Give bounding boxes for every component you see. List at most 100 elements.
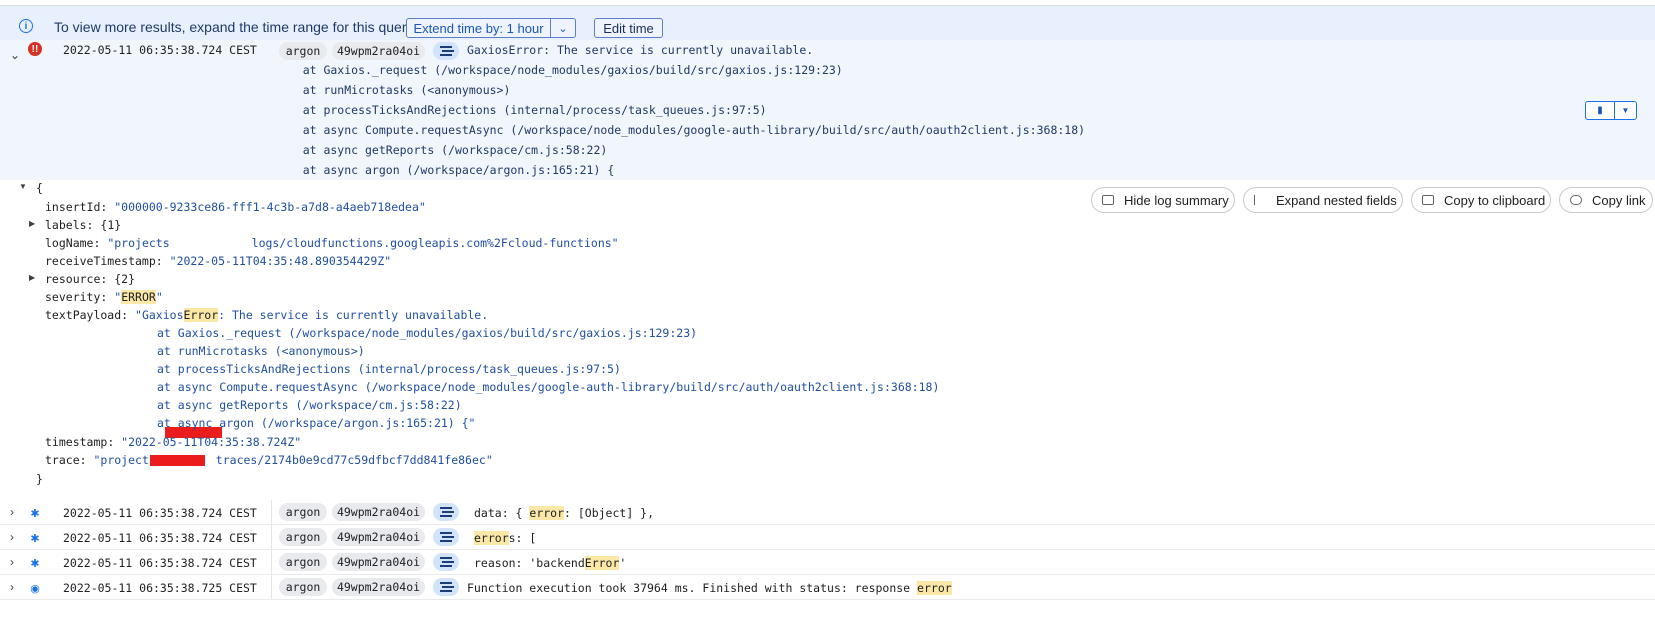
json-value: {2} — [114, 272, 136, 286]
json-key: resource — [45, 272, 101, 286]
expand-chevron-icon[interactable]: › — [10, 580, 14, 594]
redaction-mark — [150, 455, 205, 466]
payload-stack-line: at processTicksAndRejections (internal/p… — [157, 362, 621, 376]
message-text: s: [ — [508, 531, 537, 545]
log-timestamp: 2022-05-11 06:35:38.724 CEST — [63, 531, 257, 545]
function-chip[interactable]: argon — [279, 528, 327, 546]
log-message-line: GaxiosError: The service is currently un… — [467, 43, 814, 57]
edit-time-button[interactable]: Edit time — [594, 18, 663, 38]
expand-triangle-icon[interactable]: ▶ — [29, 273, 35, 282]
message-text: reason: 'backend — [474, 556, 585, 570]
message-highlight: error — [529, 506, 565, 520]
payload-stack-line: at runMicrotasks (<anonymous>) — [157, 344, 365, 358]
json-value-start[interactable]: "projects — [93, 453, 155, 467]
dropdown-arrow-icon[interactable]: ▼ — [1615, 102, 1636, 119]
severity-value[interactable]: ERROR — [121, 290, 156, 304]
log-message-line: at Gaxios._request (/workspace/node_modu… — [275, 63, 843, 77]
message-text: ' — [619, 556, 627, 570]
payload-value-rest[interactable]: : The service is currently unavailable. — [218, 308, 488, 322]
message-highlight: Error — [584, 556, 620, 570]
json-field-logname: logName: "projects logs/cloudfunctions.go… — [45, 236, 619, 250]
summary-fields-icon[interactable] — [433, 42, 459, 60]
copy-link-button[interactable]: Copy link — [1559, 187, 1653, 213]
column-divider — [271, 500, 272, 524]
execution-id-chip[interactable]: 49wpm2ra04oi — [332, 503, 425, 521]
log-row[interactable]: › ✱ 2022-05-11 06:35:38.724 CEST argon 4… — [0, 550, 1655, 575]
execution-id-chip[interactable]: 49wpm2ra04oi — [332, 42, 425, 60]
info-icon: i — [19, 19, 33, 33]
log-message-line: at runMicrotasks (<anonymous>) — [275, 83, 511, 97]
json-key: trace — [45, 453, 80, 467]
extend-time-label[interactable]: Extend time by: 1 hour — [407, 19, 551, 37]
json-field-textpayload: textPayload: "GaxiosError: The service i… — [45, 308, 489, 322]
json-key: textPayload — [45, 308, 122, 322]
log-message: reason: 'backendError' — [474, 556, 626, 570]
message-text: Function execution took 37964 ms. Finish… — [467, 581, 918, 595]
expand-chevron-icon[interactable]: › — [10, 555, 14, 569]
log-timestamp: 2022-05-11 06:35:38.724 CEST — [63, 43, 257, 57]
json-value-start[interactable]: "projects — [107, 236, 169, 250]
summary-fields-icon[interactable] — [433, 553, 459, 571]
log-message-line: at async Compute.requestAsync (/workspac… — [275, 123, 1086, 137]
log-timestamp: 2022-05-11 06:35:38.724 CEST — [63, 556, 257, 570]
execution-id-chip[interactable]: 49wpm2ra04oi — [332, 553, 425, 571]
extend-time-button[interactable]: Extend time by: 1 hour ⌄ — [406, 18, 576, 38]
json-field-severity: severity: "ERROR" — [45, 290, 163, 304]
json-field-receivetimestamp: receiveTimestamp: "2022-05-11T04:35:48.8… — [45, 254, 392, 268]
copy-to-clipboard-button[interactable]: Copy to clipboard — [1411, 187, 1551, 213]
log-row[interactable]: › ✱ 2022-05-11 06:35:38.724 CEST argon 4… — [0, 500, 1655, 525]
log-message-line: at async argon (/workspace/argon.js:165:… — [275, 163, 615, 177]
json-open-brace: { — [36, 181, 43, 195]
message-text: : [Object] }, — [564, 506, 655, 520]
function-chip[interactable]: argon — [279, 503, 327, 521]
hide-log-summary-label[interactable]: Hide log summary — [1124, 193, 1229, 208]
log-json-details: ▼ { insertId: "000000-9233ce86-fff1-4c3b… — [0, 181, 1655, 496]
banner-message: To view more results, expand the time ra… — [54, 19, 417, 35]
json-field-resource[interactable]: resource: {2} — [45, 272, 135, 286]
function-chip[interactable]: argon — [279, 553, 327, 571]
json-value[interactable]: "2022-05-11T04:35:48.890354429Z" — [170, 254, 392, 268]
execution-id-chip[interactable]: 49wpm2ra04oi — [332, 528, 425, 546]
expand-triangle-icon[interactable]: ▶ — [29, 219, 35, 228]
payload-value-start[interactable]: "Gaxios — [135, 308, 183, 322]
json-key: insertId — [45, 200, 101, 214]
pin-menu-button[interactable]: ▮ ▼ — [1585, 101, 1637, 120]
json-value[interactable]: "2022-05-11T04:35:38.724Z" — [121, 435, 301, 449]
function-chip[interactable]: argon — [279, 578, 327, 596]
pin-icon[interactable]: ▮ — [1586, 102, 1615, 119]
default-severity-icon: ◉ — [30, 582, 40, 595]
json-key: timestamp — [45, 435, 108, 449]
collapse-chevron-icon[interactable]: ⌄ — [10, 48, 20, 62]
json-value-end[interactable]: logs/cloudfunctions.googleapis.com%2Fclo… — [252, 236, 619, 250]
message-text: data: { — [474, 506, 530, 520]
summary-fields-icon[interactable] — [433, 503, 459, 521]
copy-icon — [1422, 195, 1434, 205]
payload-stack-line: at async argon (/workspace/argon.js:165:… — [157, 416, 476, 430]
payload-stack-line: at async getReports (/workspace/cm.js:58… — [157, 398, 462, 412]
json-field-labels[interactable]: labels: {1} — [45, 218, 121, 232]
execution-id-chip[interactable]: 49wpm2ra04oi — [332, 578, 425, 596]
collapse-triangle-icon[interactable]: ▼ — [19, 182, 27, 191]
chevron-down-icon[interactable]: ⌄ — [551, 19, 575, 37]
json-value-end[interactable]: traces/2174b0e9cd77c59dfbcf7dd841fe86ec" — [216, 453, 493, 467]
function-chip[interactable]: argon — [279, 42, 327, 60]
info-banner: i To view more results, expand the time … — [0, 6, 1655, 40]
json-key: receiveTimestamp — [45, 254, 156, 268]
summary-fields-icon[interactable] — [433, 528, 459, 546]
expand-nested-fields-label[interactable]: Expand nested fields — [1276, 193, 1397, 208]
json-key: labels — [45, 218, 87, 232]
log-entry-expanded[interactable]: ⌄ !! 2022-05-11 06:35:38.724 CEST argon … — [0, 40, 1655, 180]
summary-fields-icon[interactable] — [433, 578, 459, 596]
expand-nested-fields-button[interactable]: Expand nested fields — [1243, 187, 1403, 213]
expand-chevron-icon[interactable]: › — [10, 505, 14, 519]
debug-severity-icon: ✱ — [30, 507, 40, 520]
json-value[interactable]: "000000-9233ce86-fff1-4c3b-a7d8-a4aeb718… — [114, 200, 426, 214]
copy-link-label[interactable]: Copy link — [1592, 193, 1645, 208]
debug-severity-icon: ✱ — [30, 557, 40, 570]
hide-log-summary-button[interactable]: Hide log summary — [1091, 187, 1235, 213]
expand-chevron-icon[interactable]: › — [10, 530, 14, 544]
copy-to-clipboard-label[interactable]: Copy to clipboard — [1444, 193, 1545, 208]
json-close-brace: } — [36, 472, 43, 486]
log-row[interactable]: › ◉ 2022-05-11 06:35:38.725 CEST argon 4… — [0, 575, 1655, 600]
log-row[interactable]: › ✱ 2022-05-11 06:35:38.724 CEST argon 4… — [0, 525, 1655, 550]
